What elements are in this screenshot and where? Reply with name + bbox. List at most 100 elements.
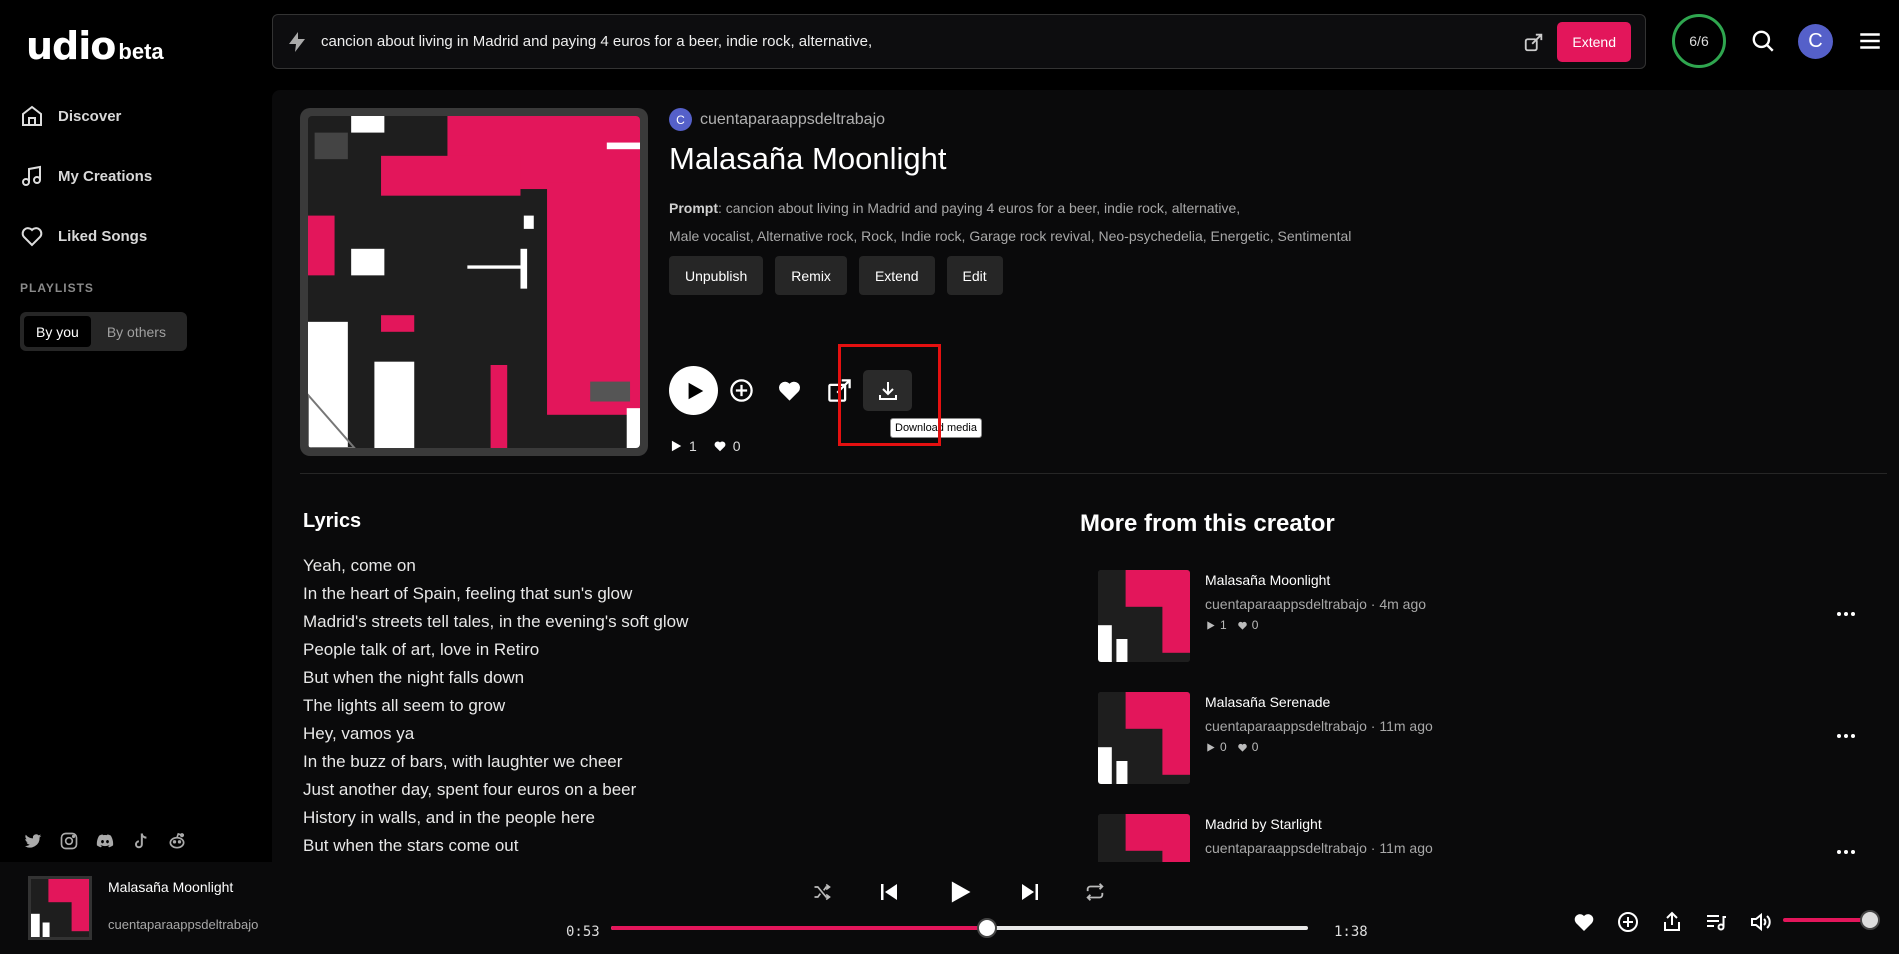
song-tags: Male vocalist, Alternative rock, Rock, I…: [669, 228, 1352, 244]
logo-text: udio: [26, 24, 116, 68]
prompt-text: : cancion about living in Madrid and pay…: [718, 200, 1241, 216]
song-actions: Unpublish Remix Extend Edit: [669, 256, 1003, 295]
extend-prompt-button[interactable]: Extend: [1557, 21, 1631, 62]
track-thumbnail[interactable]: [1098, 570, 1190, 662]
like-count-icon: [1237, 621, 1247, 630]
reddit-icon[interactable]: [166, 830, 188, 852]
tab-by-others[interactable]: By others: [95, 316, 178, 347]
heart-icon: [21, 227, 43, 247]
progress-fill: [611, 926, 988, 930]
now-playing-creator[interactable]: cuentaparaappsdeltrabajo: [108, 917, 258, 932]
sidebar-item-discover[interactable]: Discover: [20, 104, 121, 128]
lyric-line: But when the night falls down: [303, 668, 525, 687]
player-play-icon[interactable]: [946, 878, 974, 906]
track-thumbnail[interactable]: [1098, 814, 1190, 862]
list-item[interactable]: Malasaña Serenade cuentaparaappsdeltraba…: [1098, 692, 1858, 784]
more-options-icon[interactable]: [1834, 602, 1858, 626]
more-options-icon[interactable]: [1834, 840, 1858, 862]
lyric-line: History in walls, and in the people here: [303, 808, 595, 827]
repeat-icon[interactable]: [1084, 881, 1106, 903]
song-title: Malasaña Moonlight: [669, 141, 947, 176]
udio-logo[interactable]: udio beta: [26, 24, 164, 68]
track-title[interactable]: Malasaña Moonlight: [1205, 572, 1330, 588]
tab-by-you[interactable]: By you: [24, 316, 91, 347]
lyric-line: In the buzz of bars, with laughter we ch…: [303, 752, 623, 771]
sidebar-item-label: My Creations: [58, 167, 153, 185]
previous-track-icon[interactable]: [877, 880, 901, 904]
lyric-line: In the heart of Spain, feeling that sun'…: [303, 584, 633, 603]
sidebar-item-label: Discover: [58, 107, 122, 125]
play-button[interactable]: [669, 366, 718, 415]
like-count-icon: [714, 441, 726, 452]
next-track-icon[interactable]: [1018, 880, 1042, 904]
progress-slider[interactable]: [611, 918, 1308, 938]
now-playing-title[interactable]: Malasaña Moonlight: [108, 879, 233, 895]
credits-indicator[interactable]: 6/6: [1672, 14, 1726, 68]
player-like-icon[interactable]: [1572, 910, 1596, 934]
queue-icon[interactable]: [1704, 910, 1728, 934]
sidebar-item-liked-songs[interactable]: Liked Songs: [20, 224, 147, 248]
track-creator[interactable]: cuentaparaappsdeltrabajo: [1205, 596, 1367, 612]
play-count-icon: [1207, 620, 1215, 630]
add-to-playlist-icon[interactable]: [728, 377, 755, 404]
user-avatar[interactable]: C: [1798, 24, 1833, 59]
track-title[interactable]: Malasaña Serenade: [1205, 694, 1330, 710]
volume-handle[interactable]: [1860, 910, 1880, 930]
play-count-icon: [671, 440, 682, 452]
track-meta: cuentaparaappsdeltrabajo · 11m ago: [1205, 718, 1433, 734]
more-options-icon[interactable]: [1834, 724, 1858, 748]
like-heart-icon[interactable]: [776, 377, 803, 404]
track-creator[interactable]: cuentaparaappsdeltrabajo: [1205, 840, 1367, 856]
track-stats: 0 0: [1205, 740, 1258, 754]
player-add-icon[interactable]: [1616, 910, 1640, 934]
social-links: [22, 830, 188, 852]
now-playing-thumbnail[interactable]: [28, 876, 92, 940]
list-item[interactable]: Malasaña Moonlight cuentaparaappsdeltrab…: [1098, 570, 1858, 662]
prompt-input[interactable]: cancion about living in Madrid and payin…: [321, 33, 1523, 50]
lyric-line: Madrid's streets tell tales, in the even…: [303, 612, 689, 631]
twitter-icon[interactable]: [22, 830, 44, 852]
track-likes: 0: [1251, 618, 1259, 632]
track-stats: 1 0: [1205, 618, 1258, 632]
song-creator[interactable]: C cuentaparaappsdeltrabajo: [669, 108, 885, 131]
track-meta: cuentaparaappsdeltrabajo · 11m ago: [1205, 840, 1433, 856]
extend-button[interactable]: Extend: [858, 256, 935, 295]
volume-slider[interactable]: [1783, 910, 1880, 930]
lyrics-heading: Lyrics: [303, 510, 362, 532]
progress-handle[interactable]: [977, 918, 998, 938]
tiktok-icon[interactable]: [130, 830, 152, 852]
highlight-box: [838, 344, 941, 446]
total-duration: 1:38: [1334, 924, 1368, 940]
volume-icon[interactable]: [1748, 910, 1772, 934]
track-age: · 11m ago: [1370, 718, 1433, 734]
track-creator[interactable]: cuentaparaappsdeltrabajo: [1205, 718, 1367, 734]
prompt-bar: cancion about living in Madrid and payin…: [272, 14, 1646, 69]
thumbnail-art: [1098, 692, 1190, 784]
cover-art-image: [307, 116, 640, 449]
creator-name[interactable]: cuentaparaappsdeltrabajo: [700, 111, 885, 129]
unpublish-button[interactable]: Unpublish: [669, 256, 764, 295]
player-share-icon[interactable]: [1660, 910, 1684, 934]
list-item[interactable]: Madrid by Starlight cuentaparaappsdeltra…: [1098, 814, 1858, 862]
track-plays: 1: [1220, 618, 1227, 632]
edit-button[interactable]: Edit: [946, 256, 1003, 295]
discord-icon[interactable]: [94, 830, 116, 852]
app-root: udio beta Discover My Creations Liked So…: [0, 0, 1899, 954]
music-note-icon: [22, 165, 41, 186]
sidebar-item-label: Liked Songs: [58, 227, 148, 245]
play-count-icon: [1207, 742, 1215, 752]
share-prompt-icon[interactable]: [1523, 31, 1545, 53]
track-title[interactable]: Madrid by Starlight: [1205, 816, 1322, 832]
song-prompt: Prompt: cancion about living in Madrid a…: [669, 200, 1240, 216]
album-cover: [300, 108, 648, 456]
menu-icon[interactable]: [1857, 28, 1883, 54]
search-icon[interactable]: [1750, 28, 1776, 54]
track-thumbnail[interactable]: [1098, 692, 1190, 784]
thumbnail-art: [31, 879, 89, 937]
like-count: 0: [732, 438, 741, 454]
remix-button[interactable]: Remix: [775, 256, 847, 295]
instagram-icon[interactable]: [58, 830, 80, 852]
sidebar-item-my-creations[interactable]: My Creations: [20, 164, 152, 188]
lyric-line: Just another day, spent four euros on a …: [303, 780, 637, 799]
shuffle-icon[interactable]: [812, 882, 832, 902]
